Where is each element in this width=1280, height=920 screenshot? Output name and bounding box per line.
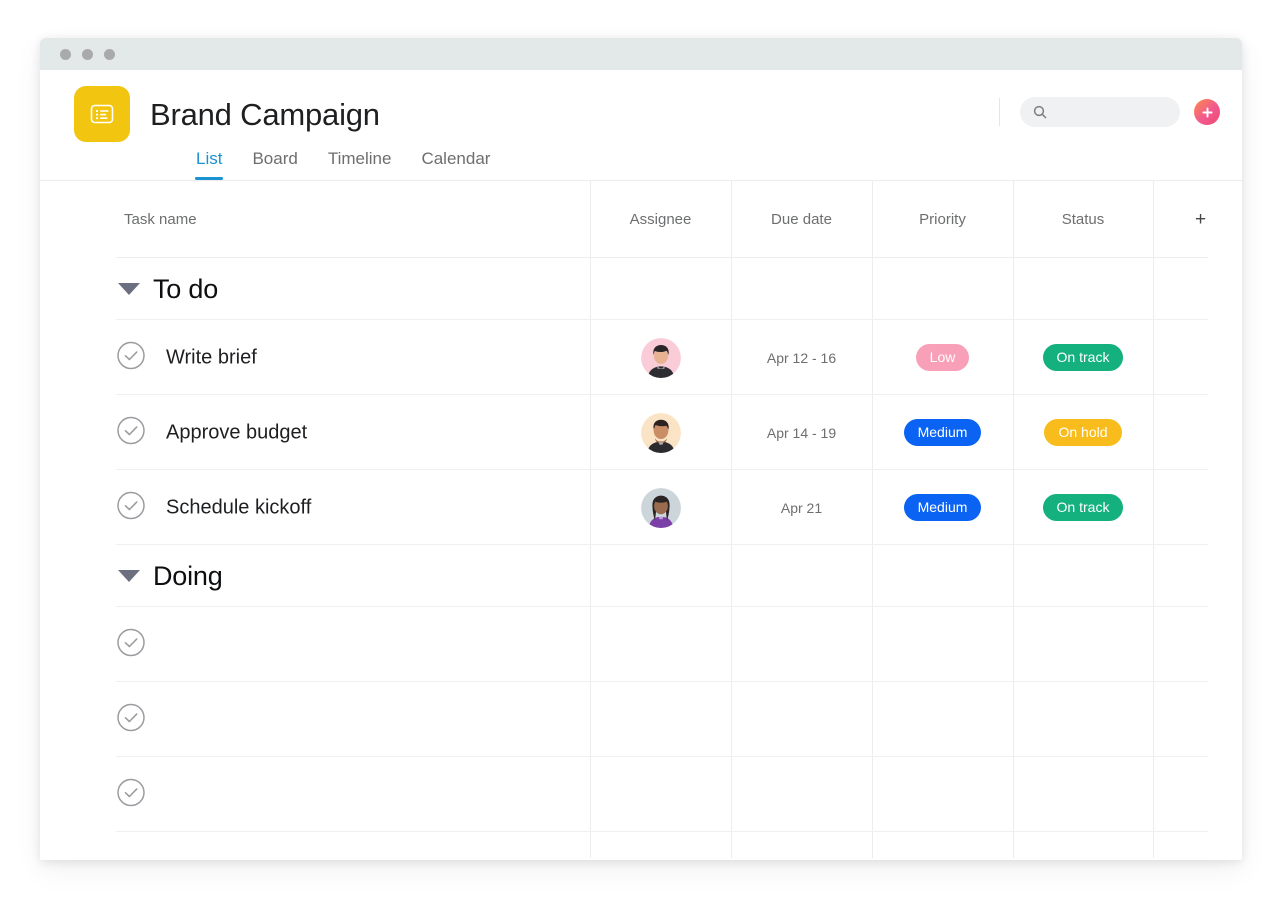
assignee-cell[interactable] [590, 320, 731, 395]
avatar [640, 412, 681, 453]
column-header-status[interactable]: Status [1013, 211, 1153, 228]
check-circle-icon [117, 628, 145, 656]
status-badge[interactable]: On track [1042, 494, 1124, 521]
table-row[interactable]: Write brief Apr 12 - 16 Low On track [40, 320, 1242, 395]
priority-cell[interactable]: Low [872, 320, 1013, 395]
status-badge[interactable]: On hold [1044, 419, 1122, 446]
header-divider [999, 98, 1000, 126]
tab-list[interactable]: List [194, 149, 224, 180]
table-row[interactable]: Approve budget Apr 14 - 19 Medium On hol… [40, 395, 1242, 470]
add-column-button[interactable]: + [1153, 209, 1242, 231]
window-close-dot[interactable] [60, 48, 71, 60]
status-cell[interactable]: On hold [1013, 395, 1153, 470]
window-minimize-dot[interactable] [82, 48, 93, 60]
check-circle-icon [117, 416, 145, 444]
task-name-cell[interactable]: Write brief [166, 346, 257, 369]
page-title: Brand Campaign [150, 96, 380, 132]
complete-task-icon[interactable] [116, 777, 146, 812]
plus-icon [1201, 106, 1213, 118]
section-header-todo: To do [40, 258, 1242, 320]
due-date-value: Apr 21 [780, 499, 823, 516]
tab-timeline[interactable]: Timeline [328, 149, 392, 180]
column-header-assignee[interactable]: Assignee [590, 211, 731, 228]
status-cell[interactable]: On track [1013, 320, 1153, 395]
section-title-todo: To do [153, 273, 219, 304]
check-circle-icon [117, 778, 145, 806]
priority-cell[interactable]: Medium [872, 395, 1013, 470]
assignee-cell[interactable] [590, 470, 731, 545]
screenshot-stage: Brand Campaign List Board Timeline Calen… [0, 0, 1280, 920]
column-header-task-name[interactable]: Task name [124, 211, 197, 228]
complete-task-icon[interactable] [116, 340, 146, 375]
due-date-cell[interactable]: Apr 12 - 16 [731, 320, 872, 395]
check-circle-icon [117, 341, 145, 369]
avatar-person-3 [640, 487, 681, 528]
priority-cell[interactable]: Medium [872, 470, 1013, 545]
status-badge[interactable]: On track [1042, 344, 1124, 371]
table-row[interactable] [40, 682, 1242, 757]
window-maximize-dot[interactable] [104, 48, 115, 60]
due-date-cell[interactable]: Apr 14 - 19 [731, 395, 872, 470]
chevron-down-icon-doing[interactable] [118, 570, 140, 582]
status-cell[interactable]: On track [1013, 470, 1153, 545]
complete-task-icon[interactable] [116, 415, 146, 450]
assignee-cell[interactable] [590, 395, 731, 470]
window-titlebar [40, 38, 1242, 70]
column-header-due-date[interactable]: Due date [731, 211, 872, 228]
complete-task-icon[interactable] [116, 702, 146, 737]
doing-rows [40, 607, 1242, 832]
column-header-priority[interactable]: Priority [872, 211, 1013, 228]
search-icon [1033, 105, 1047, 119]
due-date-cell[interactable]: Apr 21 [731, 470, 872, 545]
header-actions [999, 97, 1220, 127]
table-header-row: Task name Assignee Due date Priority Sta… [40, 181, 1242, 258]
row-divider [116, 831, 1208, 832]
list-box-icon [90, 104, 114, 124]
tab-board[interactable]: Board [252, 149, 297, 180]
table-row[interactable] [40, 757, 1242, 832]
priority-badge[interactable]: Low [915, 344, 970, 371]
section-header-doing: Doing [40, 545, 1242, 607]
add-task-button[interactable] [1194, 99, 1220, 125]
search-box[interactable] [1020, 97, 1180, 127]
check-circle-icon [117, 491, 145, 519]
task-name-cell[interactable]: Schedule kickoff [166, 496, 311, 519]
due-date-value: Apr 12 - 16 [766, 349, 837, 366]
avatar-person-1 [640, 337, 681, 378]
view-tabs: List Board Timeline Calendar [194, 149, 520, 180]
avatar [640, 337, 681, 378]
complete-task-icon[interactable] [116, 627, 146, 662]
chevron-down-icon-todo[interactable] [118, 283, 140, 295]
due-date-value: Apr 14 - 19 [766, 424, 837, 441]
table-row[interactable]: Schedule kickoff Apr 21 Medium On track [40, 470, 1242, 545]
task-table: Task name Assignee Due date Priority Sta… [40, 181, 1242, 858]
section-title-doing: Doing [153, 560, 223, 591]
project-icon[interactable] [74, 86, 130, 142]
avatar [640, 487, 681, 528]
project-header: Brand Campaign List Board Timeline Calen… [40, 70, 1242, 180]
check-circle-icon [117, 703, 145, 731]
priority-badge[interactable]: Medium [903, 419, 982, 446]
avatar-person-2 [640, 412, 681, 453]
search-input[interactable] [1054, 105, 1164, 119]
app-window: Brand Campaign List Board Timeline Calen… [40, 38, 1242, 860]
priority-badge[interactable]: Medium [903, 494, 982, 521]
complete-task-icon[interactable] [116, 490, 146, 525]
task-name-cell[interactable]: Approve budget [166, 421, 307, 444]
table-row[interactable] [40, 607, 1242, 682]
tab-calendar[interactable]: Calendar [421, 149, 490, 180]
